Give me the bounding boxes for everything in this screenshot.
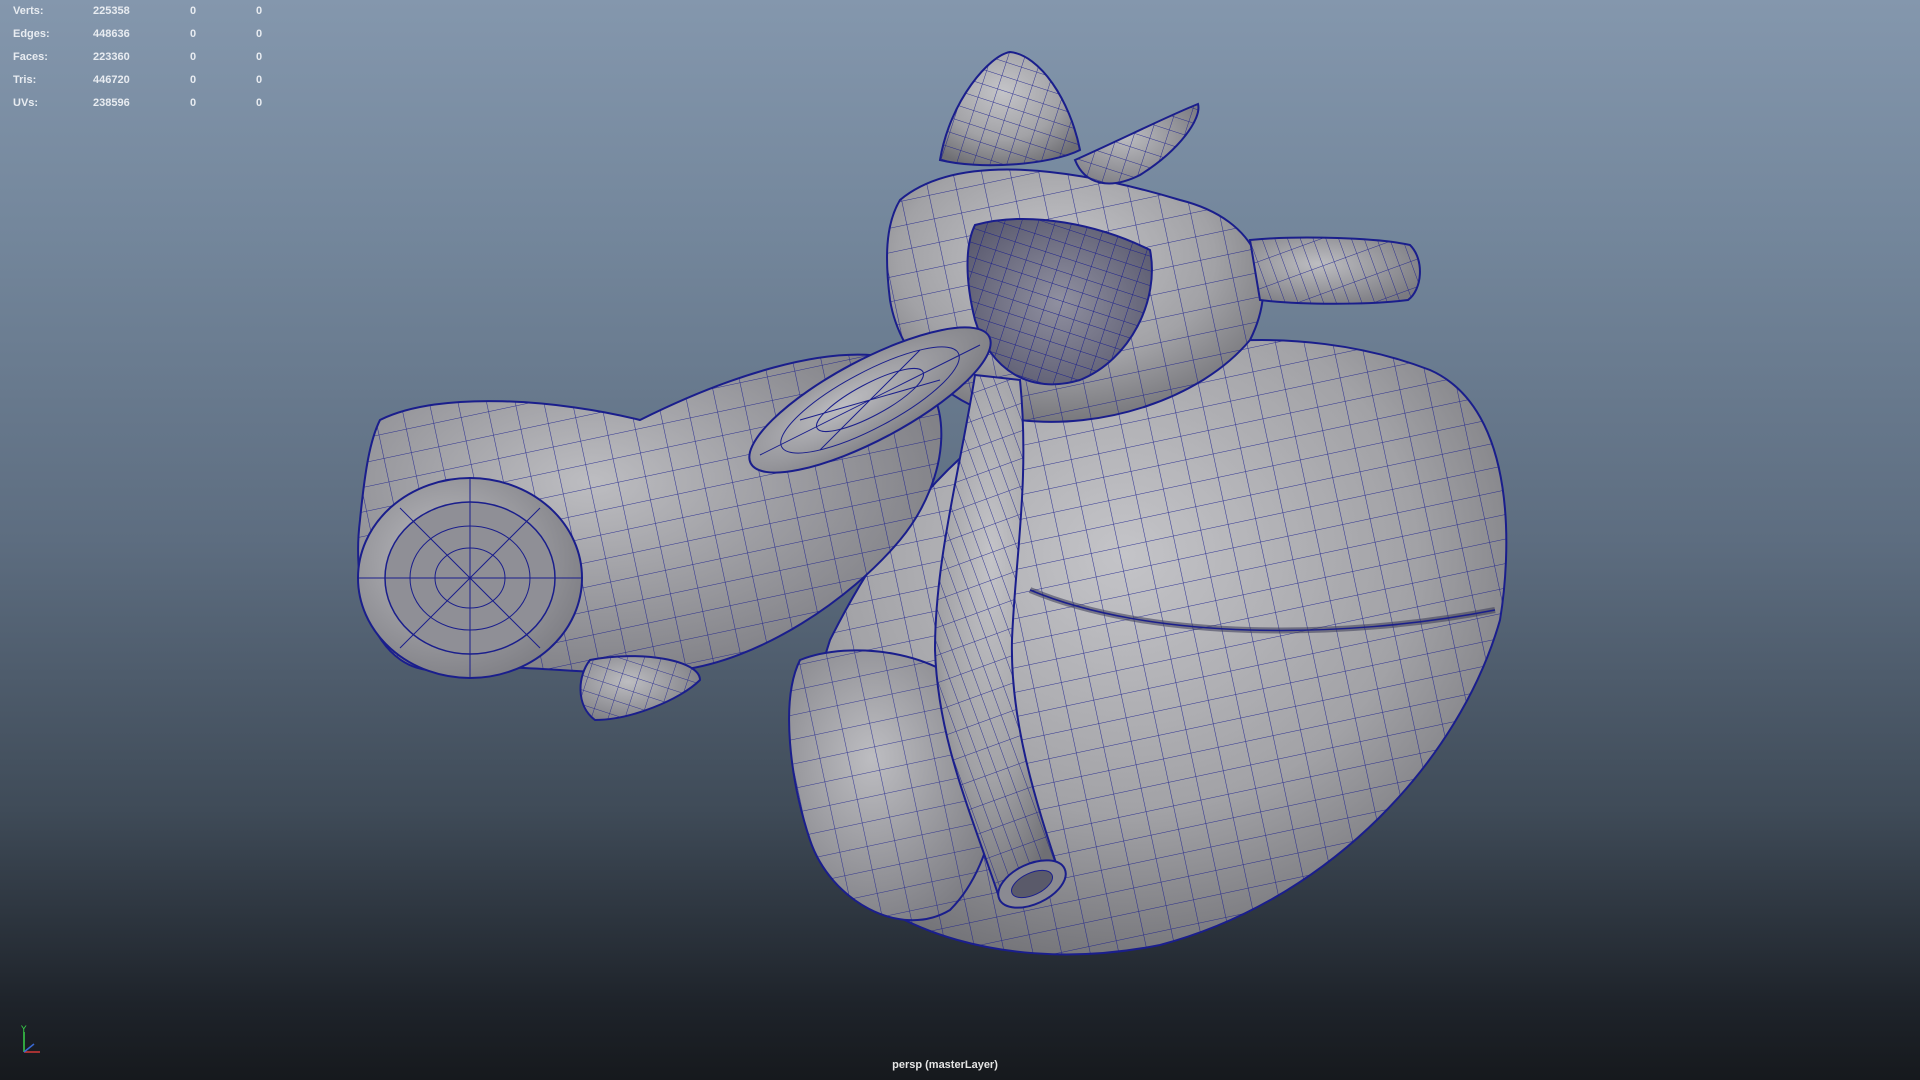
top-flap-mesh — [1073, 102, 1200, 185]
camera-label: persp (masterLayer) — [892, 1059, 998, 1071]
vessel-opening — [357, 477, 583, 679]
axis-y-label: Y — [20, 1025, 27, 1035]
right-vessel-mesh — [1248, 236, 1421, 305]
viewport-canvas[interactable] — [0, 0, 1920, 1080]
view-axis-icon: Y — [20, 1025, 40, 1053]
heart-wireframe-model[interactable] — [357, 50, 1508, 956]
lower-flap-mesh — [579, 655, 702, 722]
top-spike-mesh — [938, 50, 1082, 167]
